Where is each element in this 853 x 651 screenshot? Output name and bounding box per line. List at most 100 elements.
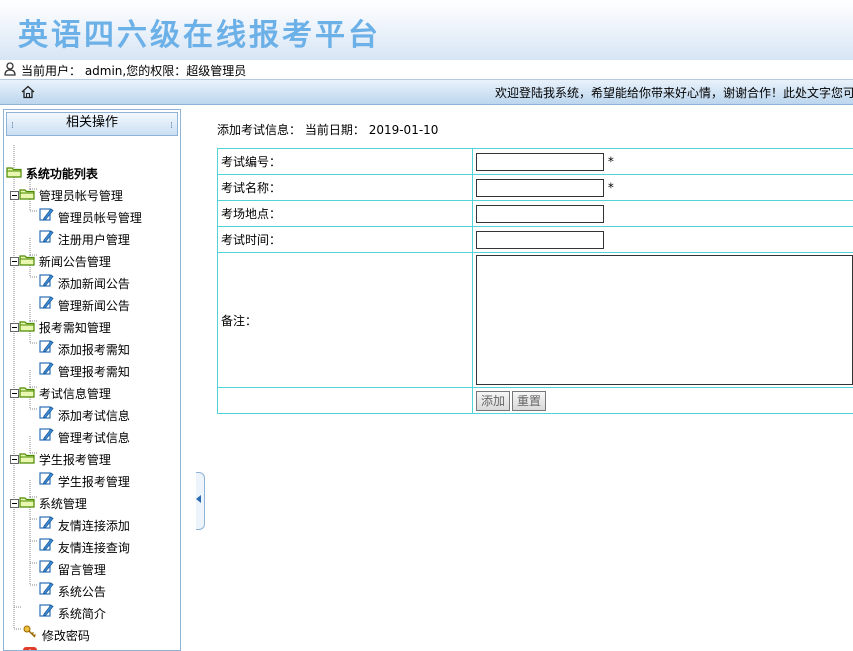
tree-item-label: 系统管理 <box>39 493 87 515</box>
tree-root[interactable]: 系统功能列表 <box>6 162 98 184</box>
tree-item-label: 添加报考需知 <box>58 339 130 361</box>
tree-item[interactable]: 添加考试信息 <box>38 404 130 426</box>
exam-id-input[interactable] <box>476 153 604 171</box>
empty-cell <box>218 388 473 414</box>
tree-item[interactable]: 系统简介 <box>38 602 106 624</box>
form-row: 备注： <box>218 253 853 388</box>
collapse-icon[interactable] <box>10 493 19 515</box>
grip-icon: ⁞ <box>170 116 173 136</box>
home-icon[interactable] <box>20 84 36 100</box>
remark-textarea[interactable] <box>476 255 853 385</box>
tree-group[interactable]: 新闻公告管理 <box>10 250 111 272</box>
tree-item[interactable]: 友情连接添加 <box>38 514 130 536</box>
tree-group[interactable]: 系统管理 <box>10 492 87 514</box>
add-button[interactable]: 添加 <box>476 391 510 411</box>
exam-location-input[interactable] <box>476 205 604 223</box>
form-row: 添加重置 <box>218 388 853 414</box>
folder-open-icon <box>19 449 35 471</box>
collapse-icon[interactable] <box>10 383 19 405</box>
exam-name-input[interactable] <box>476 179 604 197</box>
tree-item[interactable]: 注册用户管理 <box>38 228 130 250</box>
tree-item-label: 管理员帐号管理 <box>39 185 123 207</box>
edit-document-icon <box>38 272 54 295</box>
tree-item-label: 管理考试信息 <box>58 427 130 449</box>
tree-item[interactable]: 管理考试信息 <box>38 426 130 448</box>
field-label: 考试编号： <box>218 149 473 175</box>
tree-item-logout[interactable]: 退出 <box>22 646 66 651</box>
sidebar-collapse-toggle[interactable] <box>196 472 205 530</box>
form-row: 考场地点： <box>218 201 853 227</box>
collapse-icon[interactable] <box>10 185 19 207</box>
header-banner: 英语四六级在线报考平台 <box>0 0 853 60</box>
edit-document-icon <box>38 228 54 251</box>
folder-open-icon <box>19 251 35 273</box>
welcome-marquee: 欢迎登陆我系统，希望能给你带来好心情，谢谢合作！此处文字您可 <box>495 84 853 101</box>
form-row: 考试编号： * <box>218 149 853 175</box>
edit-document-icon <box>38 206 54 229</box>
tree-group[interactable]: 考试信息管理 <box>10 382 111 404</box>
tree-item-label: 新闻公告管理 <box>39 251 111 273</box>
page-heading: 添加考试信息： 当前日期： 2019-01-10 <box>217 121 438 138</box>
tree-item-label: 添加新闻公告 <box>58 273 130 295</box>
edit-document-icon <box>38 470 54 493</box>
sidebar-header: ⁞ 相关操作 ⁞ <box>6 112 178 136</box>
tree-item-label: 管理员帐号管理 <box>58 207 142 229</box>
edit-document-icon <box>38 294 54 317</box>
tree-item-label: 系统公告 <box>58 581 106 603</box>
tree-item[interactable]: 学生报考管理 <box>38 470 130 492</box>
edit-document-icon <box>38 580 54 603</box>
tree-item[interactable]: 管理报考需知 <box>38 360 130 382</box>
sidebar-title: 相关操作 <box>66 115 118 130</box>
edit-document-icon <box>38 536 54 559</box>
exam-form: 考试编号： * 考试名称： * 考场地点： 考试时间： 备注： 添加重置 <box>217 148 853 414</box>
collapse-icon[interactable] <box>10 251 19 273</box>
exit-icon <box>22 646 38 651</box>
tree-item[interactable]: 留言管理 <box>38 558 106 580</box>
tree-item[interactable]: 管理员帐号管理 <box>38 206 142 228</box>
required-mark: * <box>608 154 614 168</box>
tree-item-label: 系统简介 <box>58 603 106 625</box>
button-cell: 添加重置 <box>473 388 853 414</box>
field-cell <box>473 227 853 253</box>
key-icon <box>22 624 38 647</box>
field-label: 考试名称： <box>218 175 473 201</box>
tree-item[interactable]: 添加报考需知 <box>38 338 130 360</box>
tree-item-label: 管理新闻公告 <box>58 295 130 317</box>
collapse-icon[interactable] <box>10 449 19 471</box>
tree-item-label: 修改密码 <box>42 625 90 647</box>
reset-button[interactable]: 重置 <box>512 391 546 411</box>
field-label: 备注： <box>218 253 473 388</box>
tree-item-label: 学生报考管理 <box>58 471 130 493</box>
grip-icon: ⁞ <box>11 116 14 136</box>
tree-group[interactable]: 管理员帐号管理 <box>10 184 123 206</box>
edit-document-icon <box>38 426 54 449</box>
tree-item[interactable]: 管理新闻公告 <box>38 294 130 316</box>
nav-bar: 欢迎登陆我系统，希望能给你带来好心情，谢谢合作！此处文字您可 <box>0 80 853 105</box>
tree-group[interactable]: 学生报考管理 <box>10 448 111 470</box>
tree-item[interactable]: 系统公告 <box>38 580 106 602</box>
form-row: 考试时间： <box>218 227 853 253</box>
tree-item[interactable]: 友情连接查询 <box>38 536 130 558</box>
exam-time-input[interactable] <box>476 231 604 249</box>
app-title: 英语四六级在线报考平台 <box>18 10 381 54</box>
tree-group[interactable]: 报考需知管理 <box>10 316 111 338</box>
tree-item-label: 友情连接查询 <box>58 537 130 559</box>
folder-open-icon <box>19 383 35 405</box>
tree-item-label: 系统功能列表 <box>26 163 98 185</box>
tree-item-change-password[interactable]: 修改密码 <box>22 624 90 646</box>
page-title: 添加考试信息： <box>217 123 301 137</box>
field-cell <box>473 253 853 388</box>
tree-item-label: 考试信息管理 <box>39 383 111 405</box>
user-info-bar: 当前用户： admin,您的权限：超级管理员 <box>0 60 853 80</box>
tree-item-label: 退出 <box>42 647 66 651</box>
field-label: 考试时间： <box>218 227 473 253</box>
collapse-arrow-icon <box>196 495 201 503</box>
collapse-icon[interactable] <box>10 317 19 339</box>
folder-open-icon <box>19 317 35 339</box>
edit-document-icon <box>38 338 54 361</box>
tree-item[interactable]: 添加新闻公告 <box>38 272 130 294</box>
current-user-text: 当前用户： admin,您的权限：超级管理员 <box>21 62 246 79</box>
folder-open-icon <box>19 185 35 207</box>
tree-item-label: 注册用户管理 <box>58 229 130 251</box>
tree-item-label: 友情连接添加 <box>58 515 130 537</box>
